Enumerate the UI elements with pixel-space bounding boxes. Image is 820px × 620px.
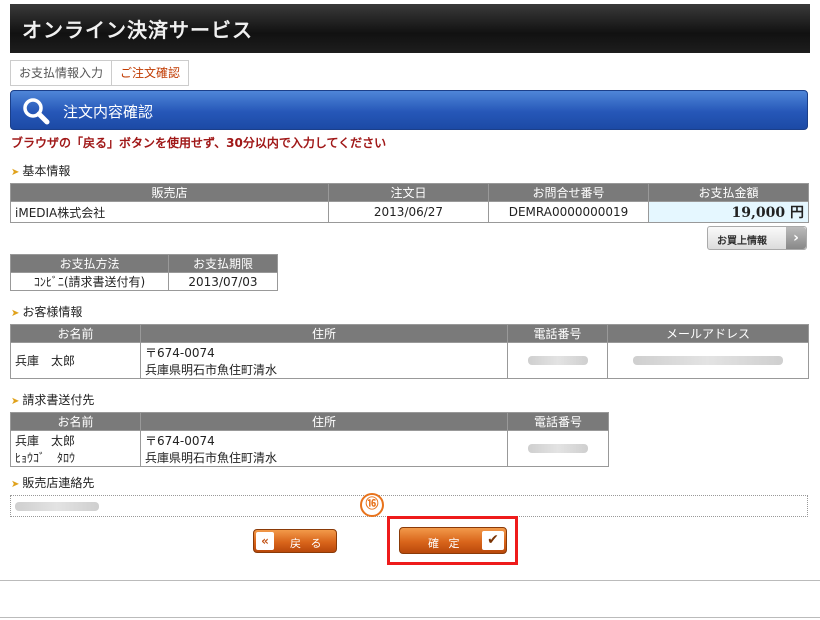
billing-name-cell: 兵庫 太郎 ﾋｮｳｺﾞ ﾀﾛｳ xyxy=(10,430,141,467)
order-date: 2013/06/27 xyxy=(328,201,489,223)
billing-address-table: お名前 住所 電話番号 兵庫 太郎 ﾋｮｳｺﾞ ﾀﾛｳ 〒674-0074 兵庫… xyxy=(10,412,609,467)
breadcrumb-step-payment-input: お支払情報入力 xyxy=(19,66,104,80)
footer-divider-bottom xyxy=(0,617,820,618)
basic-info-table: 販売店 注文日 お問合せ番号 お支払金額 iMEDIA株式会社 2013/06/… xyxy=(10,183,809,223)
header-payment-method: お支払方法 xyxy=(10,254,169,273)
billing-postal-code: 〒674-0074 xyxy=(145,433,215,448)
app-header: オンライン決済サービス xyxy=(10,4,810,53)
section-title-bar: 注文内容確認 xyxy=(10,90,808,130)
timeout-warning: ブラウザの「戻る」ボタンを使用せず、30分以内で入力してください xyxy=(11,136,387,150)
footer-divider xyxy=(0,580,820,581)
confirm-button[interactable]: 確 定 ✔ xyxy=(399,527,507,554)
header-customer-email: メールアドレス xyxy=(607,324,809,343)
back-button[interactable]: « 戻 る xyxy=(253,529,337,553)
header-order-date: 注文日 xyxy=(328,183,489,202)
header-customer-address: 住所 xyxy=(140,324,508,343)
bullet-arrow-icon: ➤ xyxy=(11,167,20,178)
billing-address: 兵庫県明石市魚住町清水 xyxy=(145,450,278,465)
customer-postal-code: 〒674-0074 xyxy=(145,345,215,360)
search-icon xyxy=(23,98,50,125)
header-billing-phone: 電話番号 xyxy=(507,412,609,431)
customer-info-table: お名前 住所 電話番号 メールアドレス 兵庫 太郎 〒674-0074 兵庫県明… xyxy=(10,324,809,379)
header-payment-amount: お支払金額 xyxy=(648,183,809,202)
confirm-button-label: 確 定 xyxy=(428,537,463,550)
store-contact-info xyxy=(15,502,99,511)
store-contact-box xyxy=(10,495,808,517)
header-billing-address: 住所 xyxy=(140,412,508,431)
header-customer-phone: 電話番号 xyxy=(507,324,608,343)
customer-email xyxy=(607,342,809,379)
header-billing-name: お名前 xyxy=(10,412,141,431)
customer-name: 兵庫 太郎 xyxy=(10,342,141,379)
breadcrumb-step-order-confirm: ご注文確認 xyxy=(111,61,189,85)
back-button-label: 戻 る xyxy=(290,537,325,550)
billing-name-kana: ﾋｮｳｺﾞ ﾀﾛｳ xyxy=(15,450,76,465)
billing-address-heading: ➤ 請求書送付先 xyxy=(11,393,95,407)
payment-amount: 19,000 円 xyxy=(648,201,809,223)
payment-table: お支払方法 お支払期限 ｺﾝﾋﾞﾆ(請求書送付有) 2013/07/03 xyxy=(10,254,278,291)
inquiry-number: DEMRA0000000019 xyxy=(488,201,649,223)
section-title: 注文内容確認 xyxy=(63,103,154,121)
app-title: オンライン決済サービス xyxy=(22,18,253,42)
step-number-marker: ⑯ xyxy=(360,493,384,517)
breadcrumb: お支払情報入力 ご注文確認 xyxy=(10,60,190,86)
payment-deadline: 2013/07/03 xyxy=(168,272,278,291)
header-inquiry-number: お問合せ番号 xyxy=(488,183,649,202)
header-payment-deadline: お支払期限 xyxy=(168,254,278,273)
billing-address-cell: 〒674-0074 兵庫県明石市魚住町清水 xyxy=(140,430,508,467)
customer-address-cell: 〒674-0074 兵庫県明石市魚住町清水 xyxy=(140,342,508,379)
customer-info-heading: ➤ お客様情報 xyxy=(11,305,83,319)
header-store: 販売店 xyxy=(10,183,329,202)
header-customer-name: お名前 xyxy=(10,324,141,343)
purchase-info-button[interactable]: お買上情報 › xyxy=(707,226,807,250)
store-contact-heading: ➤ 販売店連絡先 xyxy=(11,476,95,490)
payment-method: ｺﾝﾋﾞﾆ(請求書送付有) xyxy=(10,272,169,291)
checkmark-icon: ✔ xyxy=(482,531,504,550)
chevron-right-icon: › xyxy=(786,227,806,249)
billing-phone xyxy=(507,430,609,467)
customer-address: 兵庫県明石市魚住町清水 xyxy=(145,362,278,377)
bullet-arrow-icon: ➤ xyxy=(11,396,20,407)
bullet-arrow-icon: ➤ xyxy=(11,308,20,319)
basic-info-heading: ➤ 基本情報 xyxy=(11,164,71,178)
bullet-arrow-icon: ➤ xyxy=(11,479,20,490)
double-chevron-left-icon: « xyxy=(256,532,274,550)
billing-name: 兵庫 太郎 xyxy=(15,433,76,448)
customer-phone xyxy=(507,342,608,379)
store-name: iMEDIA株式会社 xyxy=(10,201,329,223)
